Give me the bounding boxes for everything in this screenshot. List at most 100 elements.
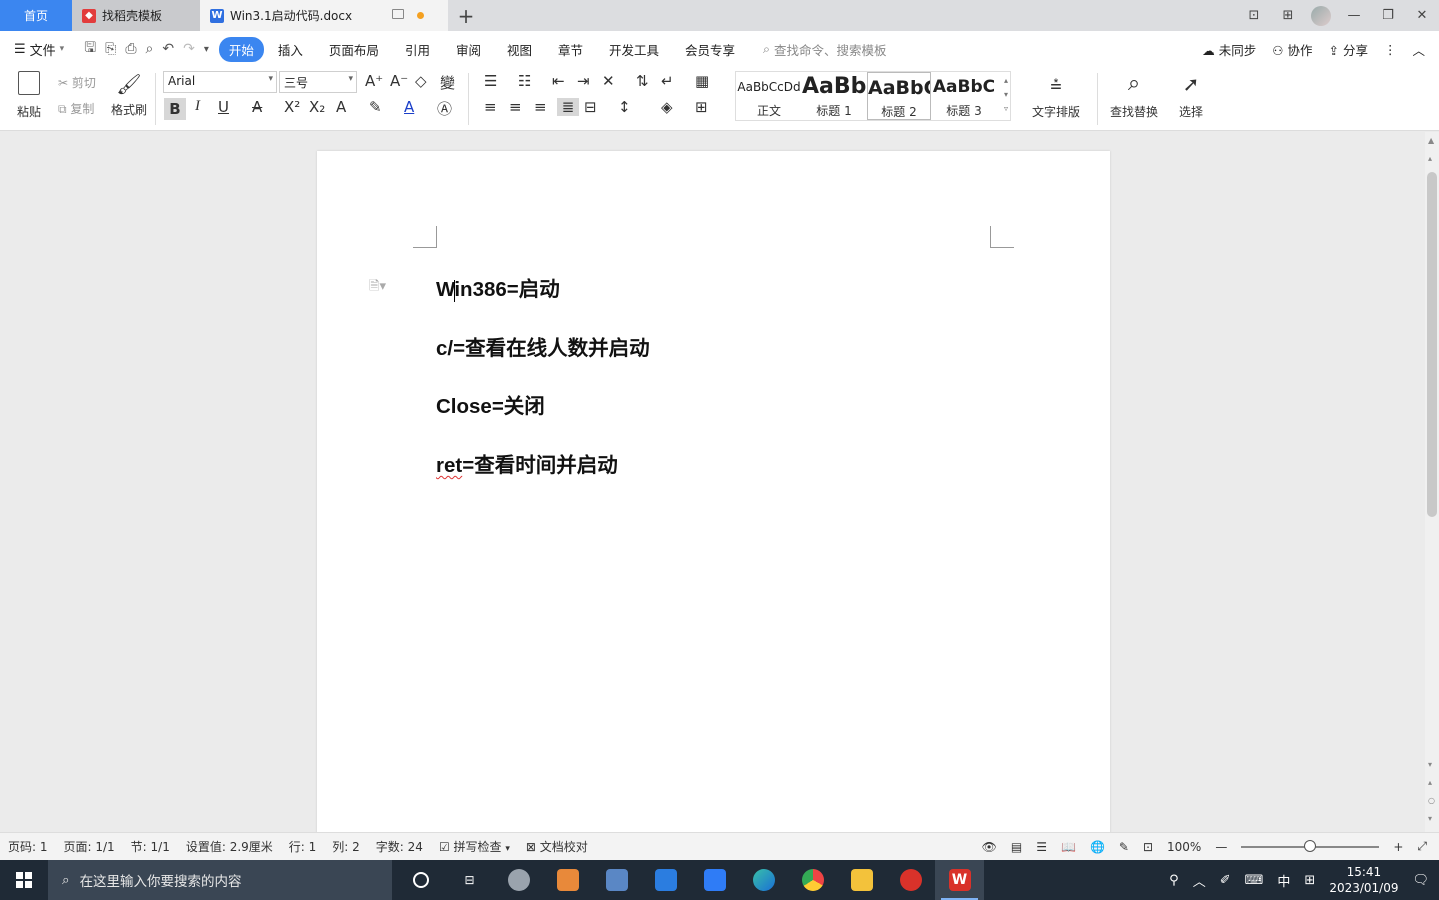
collab-button[interactable]: ⚇ 协作 (1272, 40, 1312, 59)
tab-view[interactable]: 视图 (495, 37, 544, 62)
disc-app-icon[interactable] (494, 860, 543, 900)
pen-tray-icon[interactable]: ✐ (1220, 873, 1231, 888)
tab-templates[interactable]: ◆ 找稻壳模板 (72, 0, 200, 31)
clock[interactable]: 15:41 2023/01/09 (1329, 864, 1398, 896)
media-player-icon[interactable] (543, 860, 592, 900)
line-spacing-icon[interactable]: ↕ (618, 98, 631, 116)
outline-view-icon[interactable]: ☰ (1036, 840, 1047, 854)
clear-format-icon[interactable]: ◇ (415, 72, 427, 90)
minimize-icon[interactable]: — (1337, 0, 1371, 31)
show-marks-icon[interactable]: ↵ (661, 72, 674, 90)
highlight-icon[interactable]: ✎ (369, 98, 382, 116)
reading-mode-icon[interactable]: ⊡ (1237, 0, 1271, 31)
remote-desktop-icon[interactable] (592, 860, 641, 900)
sync-button[interactable]: ☁ 未同步 (1202, 40, 1256, 59)
wps-office-icon[interactable]: W (935, 860, 984, 900)
fullscreen-icon[interactable]: ⤢ (1417, 839, 1427, 854)
styles-scroll-icon[interactable]: ▴ ▾ ▿ (1004, 74, 1008, 116)
bullets-icon[interactable]: ☰ (484, 72, 497, 90)
ime-mode-icon[interactable]: ⊞ (1304, 873, 1315, 888)
doc-proof-button[interactable]: ⊠ 文档校对 (518, 838, 596, 855)
status-setting[interactable]: 设置值: 2.9厘米 (178, 838, 281, 855)
style-normal[interactable]: AaBbCcDd 正文 (736, 72, 802, 120)
chinese-layout-icon[interactable]: ✕ (602, 72, 615, 90)
zoom-slider-knob[interactable] (1304, 839, 1317, 852)
zoom-out-icon[interactable]: — (1215, 840, 1227, 854)
collapse-ribbon-icon[interactable]: ︿ (1412, 40, 1425, 59)
next-page-icon[interactable]: ▾ (1428, 814, 1432, 823)
paste-button[interactable]: 粘贴 (12, 71, 46, 120)
page-view-icon[interactable]: ▤ (1011, 840, 1022, 854)
doc-line-2[interactable]: c/=查看在线人数并启动 (436, 331, 650, 361)
justify-icon[interactable]: ≣ (557, 98, 579, 116)
phonetic-icon[interactable]: 變 (440, 72, 455, 93)
status-word-count[interactable]: 字数: 24 (368, 838, 431, 855)
align-right-icon[interactable]: ≡ (534, 98, 547, 116)
spell-check-button[interactable]: ☑ 拼写检查 ▾ (431, 838, 518, 855)
edge-icon[interactable] (739, 860, 788, 900)
redo-icon[interactable]: ↷ (183, 41, 195, 57)
close-icon[interactable]: ✕ (1405, 0, 1439, 31)
scroll-top-icon[interactable]: ▴ (1428, 154, 1432, 163)
ime-indicator[interactable]: 中 (1277, 871, 1290, 890)
tab-home[interactable]: 首页 (0, 0, 72, 31)
style-heading-3[interactable]: AaBbC 标题 3 (932, 72, 996, 120)
superscript-button[interactable]: X² (284, 98, 300, 116)
status-row[interactable]: 行: 1 (281, 838, 325, 855)
doc-line-1[interactable]: Win386=启动 (436, 272, 560, 302)
select-browse-icon[interactable]: ○ (1428, 796, 1435, 805)
tab-member[interactable]: 会员专享 (673, 37, 747, 62)
pen-icon[interactable]: ✎ (1119, 840, 1129, 854)
status-col[interactable]: 列: 2 (324, 838, 368, 855)
status-pages[interactable]: 页面: 1/1 (56, 838, 123, 855)
tab-document[interactable]: W Win3.1启动代码.docx (200, 0, 448, 31)
align-left-icon[interactable]: ≡ (484, 98, 497, 116)
zoom-slider[interactable] (1241, 839, 1380, 852)
print-icon[interactable]: ⎙ (125, 41, 136, 57)
tab-references[interactable]: 引用 (393, 37, 442, 62)
print-preview-icon[interactable]: ⌕ (146, 41, 154, 57)
text-effect-button[interactable]: A (336, 98, 346, 116)
task-view-icon[interactable]: ⊟ (445, 860, 494, 900)
scroll-thumb[interactable] (1427, 172, 1437, 517)
document-page[interactable]: 🗎▾ Win386=启动 c/=查看在线人数并启动 Close=关闭 ret=查… (317, 151, 1110, 832)
taskbar-search[interactable]: ⌕ 在这里输入你要搜索的内容 (48, 860, 392, 900)
keyboard-icon[interactable]: ⌨ (1245, 873, 1264, 888)
tab-section[interactable]: 章节 (546, 37, 595, 62)
avatar[interactable] (1311, 5, 1331, 26)
command-search[interactable]: ⌕ 查找命令、搜索模板 (763, 40, 887, 59)
style-heading-2[interactable]: AaBbC 标题 2 (867, 72, 931, 120)
sort-icon[interactable]: ⇅ (636, 72, 649, 90)
share-button[interactable]: ⇪ 分享 (1329, 40, 1368, 59)
file-explorer-icon[interactable] (837, 860, 886, 900)
tab-page-layout[interactable]: 页面布局 (317, 37, 391, 62)
prev-page-icon[interactable]: ▴ (1428, 778, 1432, 787)
file-menu[interactable]: ☰ 文件 ▾ (0, 40, 74, 59)
distribute-icon[interactable]: ⊟ (584, 98, 597, 116)
doc-line-3[interactable]: Close=关闭 (436, 389, 545, 419)
paragraph-handle-icon[interactable]: 🗎▾ (369, 277, 386, 299)
cortana-icon[interactable] (396, 860, 445, 900)
store-icon[interactable] (641, 860, 690, 900)
fit-page-icon[interactable]: ⊡ (1143, 840, 1153, 854)
reading-view-icon[interactable]: 📖 (1061, 840, 1076, 854)
font-size-select[interactable]: 三号 (279, 71, 357, 93)
scroll-down-icon[interactable]: ▾ (1428, 760, 1432, 769)
bold-button[interactable]: B (164, 98, 186, 120)
style-heading-1[interactable]: AaBb 标题 1 (802, 72, 866, 120)
undo-icon[interactable]: ↶ (162, 41, 174, 57)
customize-icon[interactable]: ▾ (204, 44, 209, 55)
font-name-select[interactable]: Arial (163, 71, 277, 93)
status-page-num[interactable]: 页码: 1 (0, 838, 56, 855)
borders-icon[interactable]: ⊞ (695, 98, 708, 116)
copy-button[interactable]: ⧉ 复制 (58, 100, 94, 117)
shading-icon[interactable]: ◈ (661, 98, 673, 116)
subscript-button[interactable]: X₂ (309, 98, 325, 116)
increase-indent-icon[interactable]: ⇥ (577, 72, 590, 90)
align-center-icon[interactable]: ≡ (509, 98, 522, 116)
more-icon[interactable]: ⋮ (1384, 42, 1397, 57)
zoom-level[interactable]: 100% (1167, 840, 1201, 854)
notification-icon[interactable]: 🗨 (1412, 873, 1429, 888)
chrome-icon[interactable] (788, 860, 837, 900)
spelling-error-word[interactable]: ret (436, 454, 462, 477)
